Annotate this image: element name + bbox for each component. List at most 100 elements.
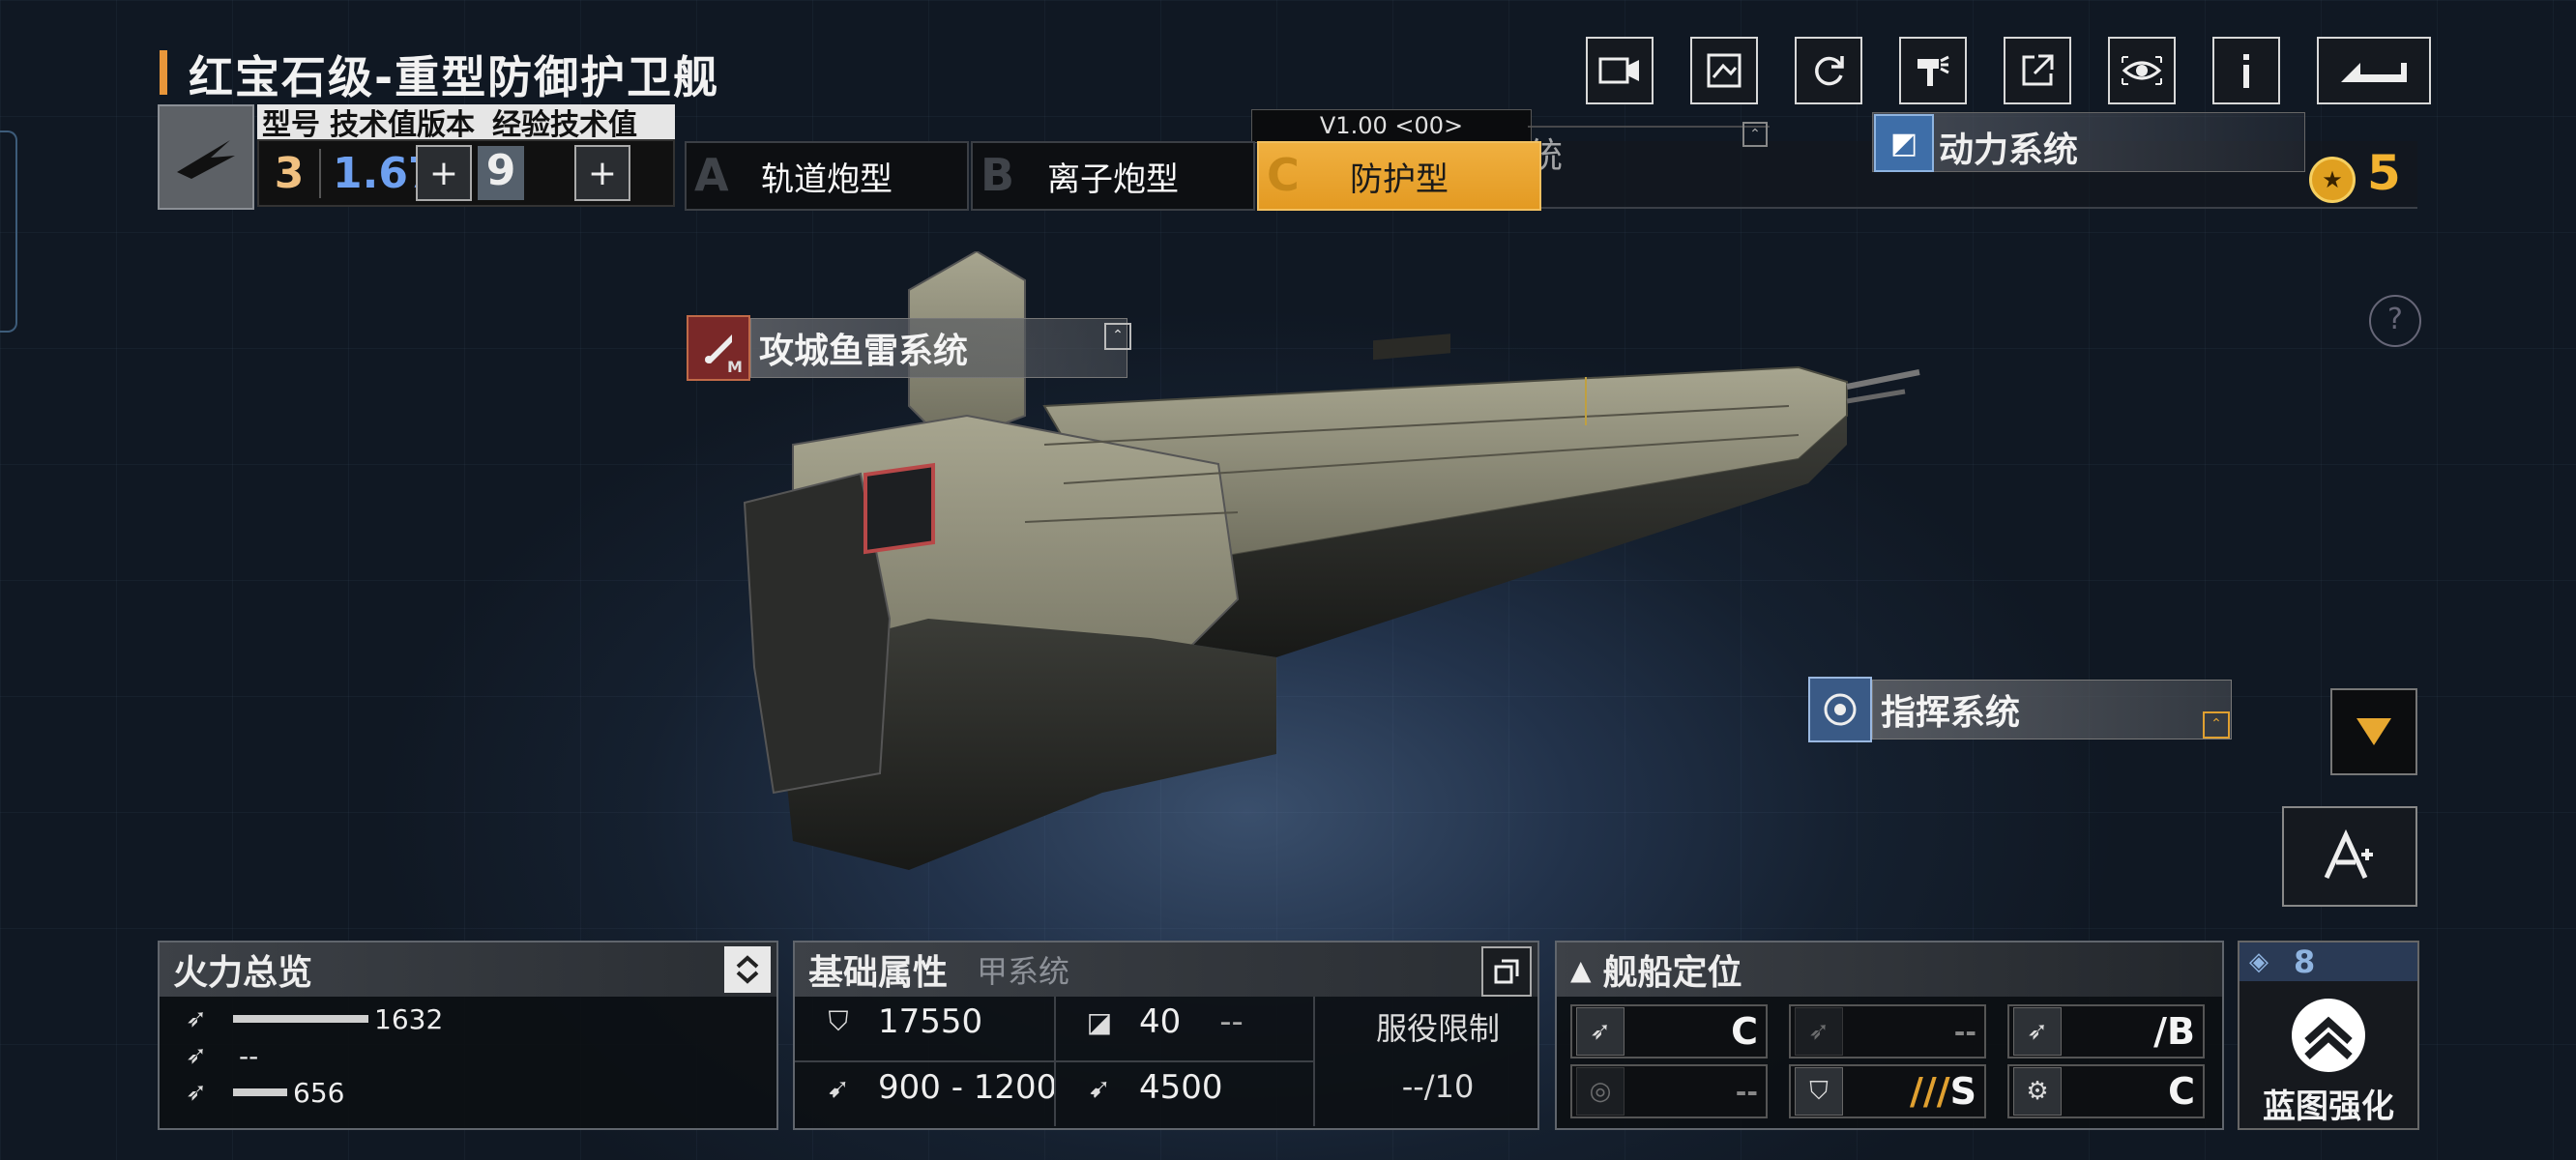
rank-button[interactable] [2282,806,2417,907]
expand-button[interactable] [2330,688,2417,775]
ship-stats: 型号 技术值版本 经验技术值 3 1.67 + 9 + [257,104,675,207]
version-label: V1.00 <00> [1251,109,1532,143]
torpedo-badge: M [727,358,743,376]
ghost-armor-label: 甲系统 [977,953,1070,990]
hp-value: 17550 [878,1002,983,1041]
tab-c[interactable]: C 防护型 [1257,141,1541,211]
tech-plus-button[interactable]: + [416,145,472,201]
position-grade: C [1731,1010,1758,1053]
top-toolbar [1586,37,2431,104]
tab-label: 防护型 [1350,160,1449,199]
info-icon [2243,54,2249,88]
command-icon [1808,677,1872,742]
exp-plus-button[interactable]: + [574,145,630,201]
positioning-panel[interactable]: ▲ 舰船定位 ➶ C ➶ -- ➶ /B ◎ -- ⛉ ///S ⚙ C [1555,941,2224,1130]
armor-icon: ◪ [1086,1005,1113,1038]
firepower-value: -- [239,1039,259,1072]
rotate-button[interactable] [1795,37,1862,104]
windows-icon [1494,959,1519,984]
antiair-icon: ➶ [186,1041,207,1070]
stat-values: 3 1.67 + 9 + [257,139,675,207]
command-upgrade-icon: ⌃ [2203,711,2230,739]
support-icon: ◎ [1576,1067,1625,1116]
tab-a[interactable]: A 轨道炮型 [685,141,969,211]
firepower-row: ➶ -- [160,1037,776,1074]
grade-prefix: /// [1909,1070,1950,1113]
view-button[interactable] [2108,37,2176,104]
position-cell-antiship: ➶ C [1570,1004,1768,1058]
ship-logo [158,104,254,210]
positioning-grid: ➶ C ➶ -- ➶ /B ◎ -- ⛉ ///S ⚙ C [1557,997,2222,1126]
position-cell-support: ◎ -- [1570,1064,1768,1118]
position-grade: ///S [1910,1070,1976,1113]
service-limit-label: 服役限制 [1375,1010,1500,1047]
info-button[interactable] [2212,37,2280,104]
variant-tabs: A 轨道炮型 B 离子炮型 C 防护型 [685,141,1543,211]
refresh-icon [1815,56,1844,86]
ghost-module-label: 统 [1528,126,1770,178]
divider [795,1060,1313,1062]
power-system-label-bg [1872,112,2305,172]
antiair-icon: ➶ [1795,1007,1843,1056]
siege-icon: ➶ [2013,1007,2062,1056]
power-system-label[interactable]: 动力系统 [1939,122,2078,172]
position-grade: /B [2153,1010,2195,1053]
share-button[interactable] [2004,37,2071,104]
blueprint-button[interactable] [1690,37,1758,104]
title-accent [160,50,167,95]
antiship-icon: ➶ [1576,1007,1625,1056]
blueprint-chip-icon: ◈ [2249,947,2269,976]
position-grade: C [2168,1070,2195,1113]
paint-button[interactable] [1899,37,1967,104]
torpedo-system-label: 攻城鱼雷系统 [750,318,1127,378]
chevron-updown-icon [736,955,759,984]
blueprint-count-bar: ◈ 8 [2239,942,2417,981]
firepower-value: 656 [293,1076,345,1109]
range-icon: ➹ [1088,1071,1111,1104]
range-value: 4500 [1139,1068,1223,1107]
firepower-rows: ➶ 1632 ➶ -- ➶ 656 [160,997,776,1111]
firepower-header: 火力总览 [160,942,776,997]
type-label: 型号 [262,108,320,142]
back-button[interactable] [2317,37,2431,104]
blueprint-enhance-button[interactable]: ◈ 8 蓝图强化 [2238,941,2419,1130]
armor-extra: -- [1219,1002,1244,1041]
positioning-title: 舰船定位 [1602,953,1742,993]
siege-icon: ➶ [186,1078,207,1107]
firepower-panel: 火力总览 ➶ 1632 ➶ -- ➶ 656 [158,941,778,1130]
command-system-name: 指挥系统 [1881,693,2021,733]
position-cell-defense: ⛉ ///S [1789,1064,1986,1118]
eye-icon [2122,56,2162,85]
firepower-bar [233,1015,368,1023]
ship-title: 红宝石级-重型防御护卫舰 [189,51,720,103]
speed-value: 900 - 1200 [878,1068,1058,1107]
firepower-bar [233,1088,287,1096]
paint-icon [1917,55,1949,86]
firepower-value: 1632 [374,1002,444,1035]
position-grade: -- [1735,1075,1758,1108]
tab-b[interactable]: B 离子炮型 [971,141,1255,211]
attributes-header: 基础属性 甲系统 [795,942,1537,997]
help-icon[interactable]: ? [2369,295,2421,347]
service-limit-value: --/10 [1401,1068,1475,1105]
left-edge-handle[interactable] [0,130,17,333]
tech-label: 技术值版本 [330,108,475,142]
speed-icon: ➹ [827,1071,850,1104]
shield-icon: ⛉ [828,1005,849,1037]
tab-letter: B [981,149,1015,201]
firepower-title: 火力总览 [173,953,313,993]
command-system-module[interactable]: 指挥系统 [1808,677,2232,742]
armor-attr: ◪ 40 -- [1075,1002,1244,1041]
firepower-toggle-button[interactable] [724,946,771,993]
power-system-icon[interactable]: ◩ [1874,114,1934,172]
attributes-detail-button[interactable] [1481,946,1532,997]
reward-value: 5 [2367,145,2401,201]
camera-button[interactable] [1586,37,1654,104]
blueprint-label: 蓝图强化 [2263,1088,2394,1126]
gear-icon: ⚙ [2013,1067,2062,1116]
stat-labels: 型号 技术值版本 经验技术值 [257,104,675,142]
ghost-upgrade-icon: ⌃ [1742,122,1768,147]
grade-letter: S [1949,1070,1976,1113]
torpedo-system-module[interactable]: 攻城鱼雷系统 [687,315,1127,381]
faction-logo-icon [177,139,235,179]
